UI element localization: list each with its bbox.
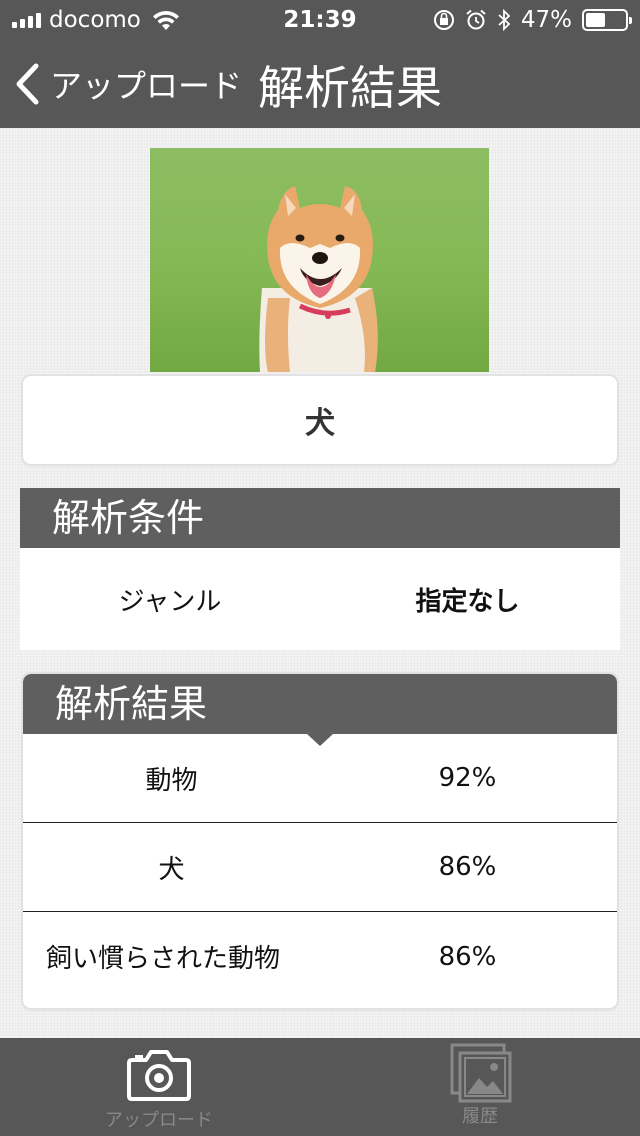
result-value: 86% xyxy=(438,852,497,882)
back-button-label: アップロード xyxy=(50,67,243,105)
conditions-section-title: 解析条件 xyxy=(52,496,205,540)
result-row: 犬 86% xyxy=(23,823,617,912)
result-row: 飼い慣らされた動物 86% xyxy=(23,912,617,1001)
battery-percent: 47% xyxy=(520,7,572,33)
back-button[interactable]: アップロード xyxy=(14,60,242,108)
status-bar: docomo 21:39 47% xyxy=(0,0,640,40)
bluetooth-icon xyxy=(498,9,511,31)
status-right: 47% xyxy=(433,7,632,33)
camera-icon xyxy=(127,1050,191,1101)
results-section-card: 解析結果 動物 92% 犬 86% 飼い慣らされた動物 86% xyxy=(23,674,617,1008)
navigation-bar: アップロード 解析結果 xyxy=(0,40,640,128)
alarm-icon xyxy=(466,9,486,30)
result-value: 92% xyxy=(438,763,497,793)
tab-upload[interactable]: アップロード xyxy=(59,1038,259,1136)
analyzed-photo xyxy=(150,148,489,372)
chevron-left-icon xyxy=(16,63,39,105)
results-section-header: 解析結果 xyxy=(23,674,617,734)
tab-upload-label: アップロード xyxy=(105,1110,213,1131)
battery-icon xyxy=(582,9,632,31)
condition-row-genre: ジャンル 指定なし xyxy=(20,548,620,650)
conditions-section-header: 解析条件 xyxy=(20,488,620,548)
result-label: 動物 xyxy=(145,765,198,796)
tab-history-label: 履歴 xyxy=(462,1106,498,1127)
photo-gallery-icon xyxy=(450,1043,512,1103)
tab-history[interactable]: 履歴 xyxy=(380,1038,580,1136)
condition-value: 指定なし xyxy=(415,586,520,617)
tab-bar: アップロード 履歴 xyxy=(0,1038,640,1136)
result-label: 犬 xyxy=(158,854,185,885)
top-result-label: 犬 xyxy=(305,406,335,441)
results-section-title: 解析結果 xyxy=(55,682,208,726)
result-label: 飼い慣らされた動物 xyxy=(46,944,281,974)
conditions-section-body: ジャンル 指定なし xyxy=(20,548,620,650)
result-row: 動物 92% xyxy=(23,734,617,823)
top-result-card: 犬 xyxy=(23,376,617,464)
orientation-lock-icon xyxy=(433,10,454,30)
page-title: 解析結果 xyxy=(258,61,442,115)
result-value: 86% xyxy=(438,941,497,972)
condition-label: ジャンル xyxy=(118,586,222,617)
